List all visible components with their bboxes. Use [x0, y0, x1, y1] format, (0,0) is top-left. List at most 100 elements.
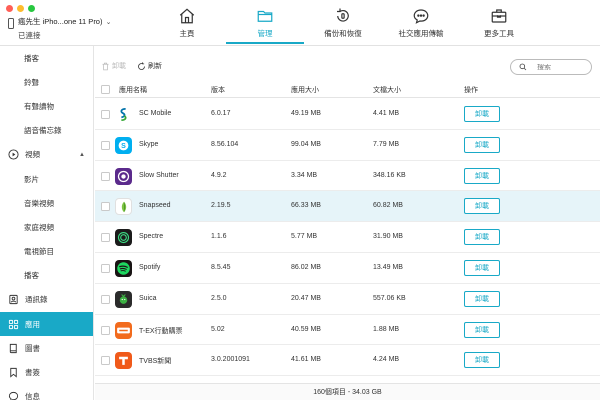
sidebar-item-label: 有聲讀物: [24, 101, 54, 111]
nav-more-tools[interactable]: 更多工具: [460, 0, 538, 46]
sidebar-item-label: 電視節目: [24, 247, 54, 257]
app-name: T-EX行動購票: [139, 327, 183, 335]
nav-backup-restore[interactable]: 備份和恢復: [304, 0, 382, 46]
refresh-button[interactable]: 刷新: [137, 61, 162, 71]
sidebar-item-podcasts-audio[interactable]: 播客: [0, 46, 93, 70]
chevron-down-icon[interactable]: ⌄: [106, 19, 112, 26]
spotify-icon: [115, 259, 132, 277]
search-input[interactable]: [537, 63, 587, 71]
sidebar-item-audiobooks[interactable]: 有聲讀物: [0, 94, 93, 118]
spectre-icon: [115, 229, 132, 247]
sidebar-item-messages[interactable]: 信息: [0, 385, 93, 400]
row-checkbox[interactable]: [101, 110, 110, 119]
doc-size: 7.79 MB: [373, 140, 400, 148]
uninstall-button[interactable]: 卸載: [464, 198, 500, 215]
table-row[interactable]: Slow Shutter 4.9.2 3.34 MB 348.16 KB 卸載: [95, 161, 600, 192]
table-row[interactable]: Snapseed 2.19.5 66.33 MB 60.82 MB 卸載: [95, 191, 600, 223]
app-version: 2.19.5: [211, 202, 231, 210]
app-size: 5.77 MB: [291, 233, 318, 241]
table-row[interactable]: Spotify 8.5.45 86.02 MB 13.49 MB 卸載: [95, 253, 600, 284]
sidebar-item-home-videos[interactable]: 家庭視頻: [0, 215, 93, 239]
chevron-up-icon[interactable]: ▲: [79, 152, 85, 158]
doc-size: 13.49 MB: [373, 263, 403, 271]
app-size: 41.61 MB: [291, 356, 321, 364]
app-size: 40.59 MB: [291, 325, 321, 333]
col-header-name: 應用名稱: [119, 86, 147, 94]
sidebar-item-label: 通訊錄: [25, 295, 48, 305]
row-checkbox[interactable]: [101, 325, 110, 335]
doc-size: 557.06 KB: [373, 294, 406, 302]
chat-bubble-icon: [413, 9, 429, 24]
minimize-window-button[interactable]: [17, 5, 24, 12]
tex-ticket-icon: [115, 321, 132, 339]
nav-backup-label: 備份和恢復: [324, 29, 362, 38]
trash-icon: [102, 62, 109, 70]
uninstall-button[interactable]: 卸載: [464, 106, 500, 122]
row-checkbox[interactable]: [101, 233, 110, 243]
sidebar-item-tv-shows[interactable]: 電視節目: [0, 240, 93, 264]
app-name: Skype: [139, 140, 159, 148]
table-row[interactable]: TVBS新聞 3.0.2001091 41.61 MB 4.24 MB 卸載: [95, 345, 600, 377]
sidebar-item-ringtones[interactable]: 鈴聲: [0, 70, 93, 94]
table-row[interactable]: Suica 2.5.0 20.47 MB 557.06 KB 卸載: [95, 284, 600, 315]
nav-social-transfer[interactable]: 社交應用傳輸: [382, 0, 460, 46]
app-table: SC Mobile 6.0.17 49.19 MB 4.41 MB 卸載 S S…: [95, 99, 600, 377]
select-all-checkbox[interactable]: [101, 85, 110, 94]
row-checkbox[interactable]: [101, 140, 110, 150]
row-checkbox[interactable]: [101, 263, 110, 273]
sidebar-item-contacts[interactable]: 通訊錄: [0, 288, 93, 312]
app-version: 6.0.17: [211, 110, 231, 117]
sidebar-item-label: 播客: [24, 271, 39, 281]
uninstall-button[interactable]: 卸載: [464, 321, 500, 338]
uninstall-button[interactable]: 卸載: [464, 352, 500, 369]
sidebar-item-label: 信息: [25, 392, 40, 400]
device-name: 瘋先生 iPho...one 11 Pro): [18, 17, 103, 26]
refresh-icon: [138, 61, 145, 70]
sidebar-item-music-videos[interactable]: 音樂視頻: [0, 191, 93, 215]
sidebar-item-label: 影片: [24, 174, 39, 184]
zoom-window-button[interactable]: [28, 5, 35, 12]
sidebar-item-bookmarks[interactable]: 書簽: [0, 360, 93, 384]
row-checkbox[interactable]: [101, 356, 110, 366]
table-row[interactable]: SC Mobile 6.0.17 49.19 MB 4.41 MB 卸載: [95, 99, 600, 130]
uninstall-button[interactable]: 卸載: [464, 259, 500, 276]
col-header-version: 版本: [211, 86, 225, 94]
uninstall-button[interactable]: 卸載: [464, 136, 500, 153]
nav-manage[interactable]: 管理: [226, 0, 304, 46]
device-selector[interactable]: 瘋先生 iPho...one 11 Pro) ⌄ 已連接: [8, 16, 111, 41]
sidebar-item-voice-memos[interactable]: 語音備忘錄: [0, 119, 93, 143]
doc-size: 31.90 MB: [373, 233, 403, 241]
app-version: 8.56.104: [211, 140, 239, 148]
doc-size: 4.41 MB: [373, 110, 400, 117]
main-nav: 主頁 管理 備份和恢復 社交應用傳輸 更多工具: [148, 0, 538, 46]
uninstall-button[interactable]: 卸載: [464, 229, 500, 246]
app-name: Spectre: [139, 233, 164, 241]
sidebar-item-videos[interactable]: 視頻 ▲: [0, 143, 93, 167]
uninstall-button[interactable]: 卸載: [464, 290, 500, 307]
refresh-label: 刷新: [148, 63, 162, 70]
table-row[interactable]: S Skype 8.56.104 99.04 MB 7.79 MB 卸載: [95, 130, 600, 161]
row-checkbox[interactable]: [101, 171, 110, 181]
sidebar-item-movies[interactable]: 影片: [0, 167, 93, 191]
message-icon: [8, 392, 19, 400]
search-box[interactable]: [510, 59, 592, 75]
app-version: 3.0.2001091: [211, 356, 250, 364]
doc-size: 4.24 MB: [373, 356, 400, 364]
table-row[interactable]: T-EX行動購票 5.02 40.59 MB 1.88 MB 卸載: [95, 315, 600, 346]
play-circle-icon: [8, 149, 19, 160]
row-checkbox[interactable]: [101, 294, 110, 304]
sidebar-item-podcasts-video[interactable]: 播客: [0, 264, 93, 288]
table-row[interactable]: Spectre 1.1.6 5.77 MB 31.90 MB 卸載: [95, 222, 600, 253]
nav-home[interactable]: 主頁: [148, 0, 226, 46]
uninstall-toolbar-label: 卸載: [112, 63, 126, 70]
sidebar-item-books[interactable]: 圖書: [0, 336, 93, 360]
svg-text:S: S: [121, 143, 126, 150]
close-window-button[interactable]: [6, 5, 13, 12]
uninstall-button[interactable]: 卸載: [464, 167, 500, 184]
row-checkbox[interactable]: [101, 202, 110, 212]
sidebar-item-apps[interactable]: 應用: [0, 312, 93, 337]
status-footer: 160個項目 - 34.03 GB: [95, 383, 600, 400]
uninstall-toolbar-button[interactable]: 卸載: [101, 61, 126, 71]
sidebar-item-label: 播客: [24, 53, 39, 63]
sc-mobile-icon: [115, 106, 132, 123]
